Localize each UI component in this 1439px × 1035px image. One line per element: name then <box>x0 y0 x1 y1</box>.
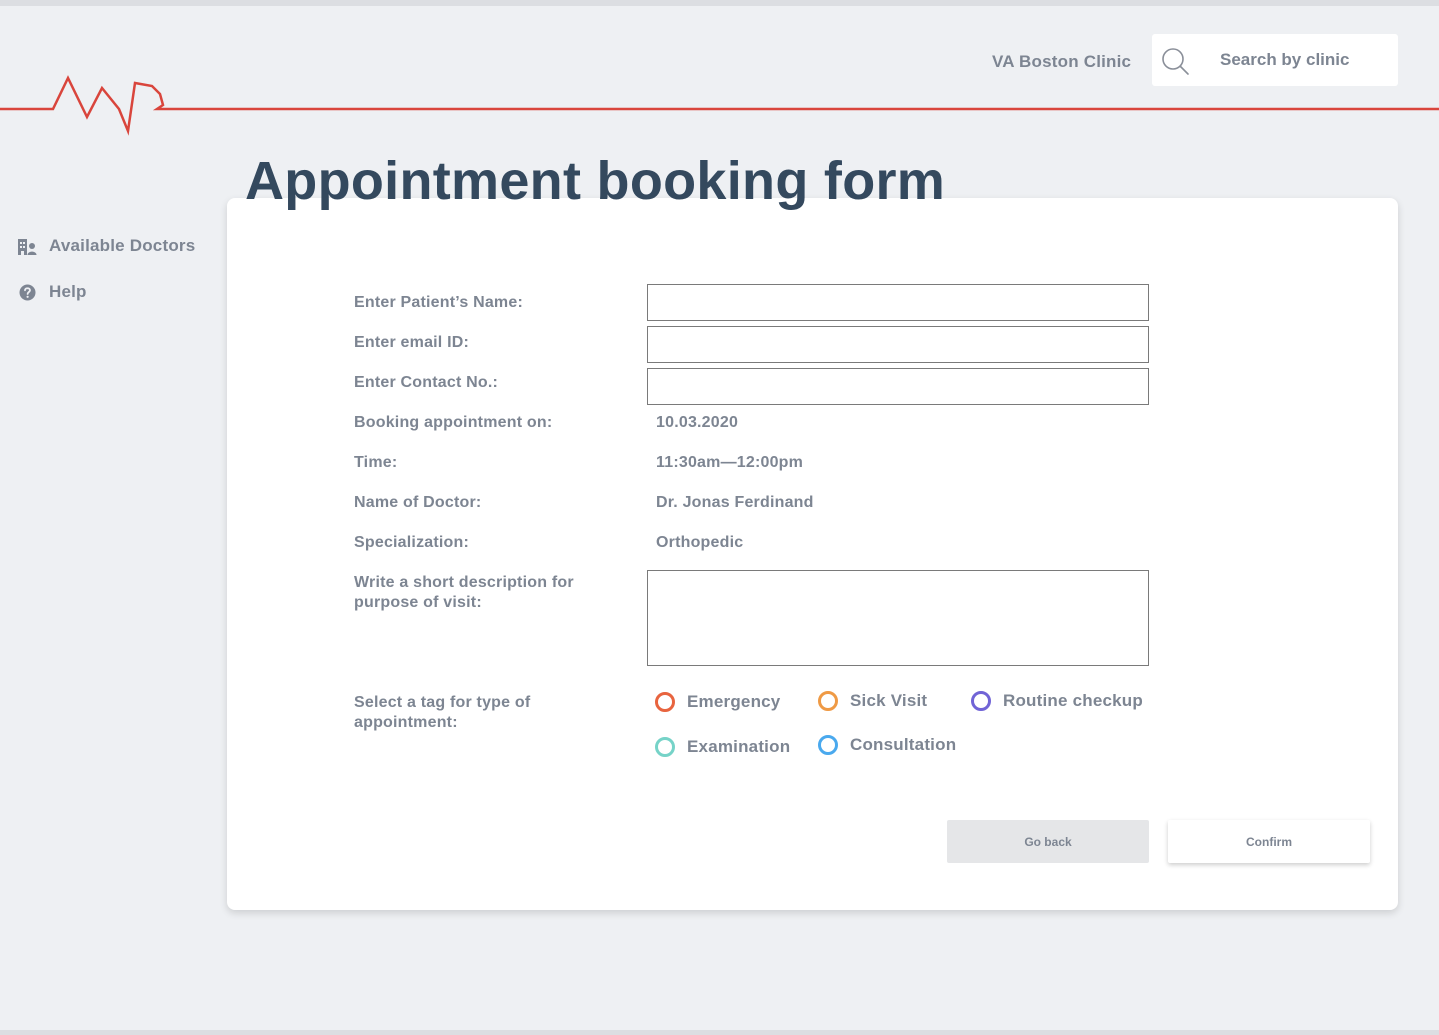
patient-name-field[interactable] <box>647 284 1149 321</box>
radio-icon[interactable] <box>655 692 675 712</box>
doctor-value: Dr. Jonas Ferdinand <box>656 494 814 511</box>
radio-icon[interactable] <box>655 737 675 757</box>
radio-icon[interactable] <box>818 691 838 711</box>
time-value: 11:30am—12:00pm <box>656 454 804 471</box>
go-back-button[interactable]: Go back <box>947 820 1149 863</box>
confirm-button[interactable]: Confirm <box>1168 820 1370 863</box>
contact-label: Enter Contact No.: <box>354 374 499 391</box>
clinic-name[interactable]: VA Boston Clinic <box>992 52 1131 72</box>
date-label: Booking appointment on: <box>354 414 553 431</box>
tag-label-consultation: Consultation <box>850 735 957 754</box>
sidebar-item-help[interactable]: Help <box>18 280 195 304</box>
search-icon[interactable] <box>1160 46 1190 76</box>
search-box <box>1152 34 1400 86</box>
tag-label-emergency: Emergency <box>687 692 781 711</box>
tag-examination[interactable]: Examination <box>655 737 790 757</box>
specialization-value: Orthopedic <box>656 534 744 551</box>
contact-field[interactable] <box>647 368 1149 405</box>
sidebar: Available Doctors Help <box>18 234 195 326</box>
radio-icon[interactable] <box>818 735 838 755</box>
bottom-strip <box>0 1030 1439 1035</box>
email-label: Enter email ID: <box>354 334 470 351</box>
top-strip <box>0 0 1439 6</box>
radio-icon[interactable] <box>971 691 991 711</box>
tag-routine-checkup[interactable]: Routine checkup <box>971 691 1143 711</box>
search-input[interactable] <box>1208 34 1400 86</box>
tag-emergency[interactable]: Emergency <box>655 692 780 712</box>
page-title: Appointment booking form <box>245 151 946 211</box>
sidebar-item-available-doctors[interactable]: Available Doctors <box>18 234 195 258</box>
tag-consultation[interactable]: Consultation <box>818 735 956 755</box>
email-field[interactable] <box>647 326 1149 363</box>
doctors-icon <box>18 238 37 255</box>
help-icon <box>19 284 36 300</box>
tag-label-examination: Examination <box>687 737 791 756</box>
tag-label: Select a tag for type of appointment: <box>354 694 531 731</box>
patient-name-label: Enter Patient’s Name: <box>354 294 523 311</box>
tag-label-routine-checkup: Routine checkup <box>1003 691 1143 710</box>
specialization-label: Specialization: <box>354 534 470 551</box>
sidebar-item-label: Available Doctors <box>49 236 196 255</box>
date-value: 10.03.2020 <box>656 414 739 431</box>
doctor-label: Name of Doctor: <box>354 494 482 511</box>
sidebar-item-label: Help <box>49 282 87 301</box>
tag-label-sick-visit: Sick Visit <box>850 691 928 710</box>
description-label: Write a short description for purpose of… <box>354 574 574 611</box>
time-label: Time: <box>354 454 398 471</box>
tag-sick-visit[interactable]: Sick Visit <box>818 691 927 711</box>
description-field[interactable] <box>647 570 1149 666</box>
